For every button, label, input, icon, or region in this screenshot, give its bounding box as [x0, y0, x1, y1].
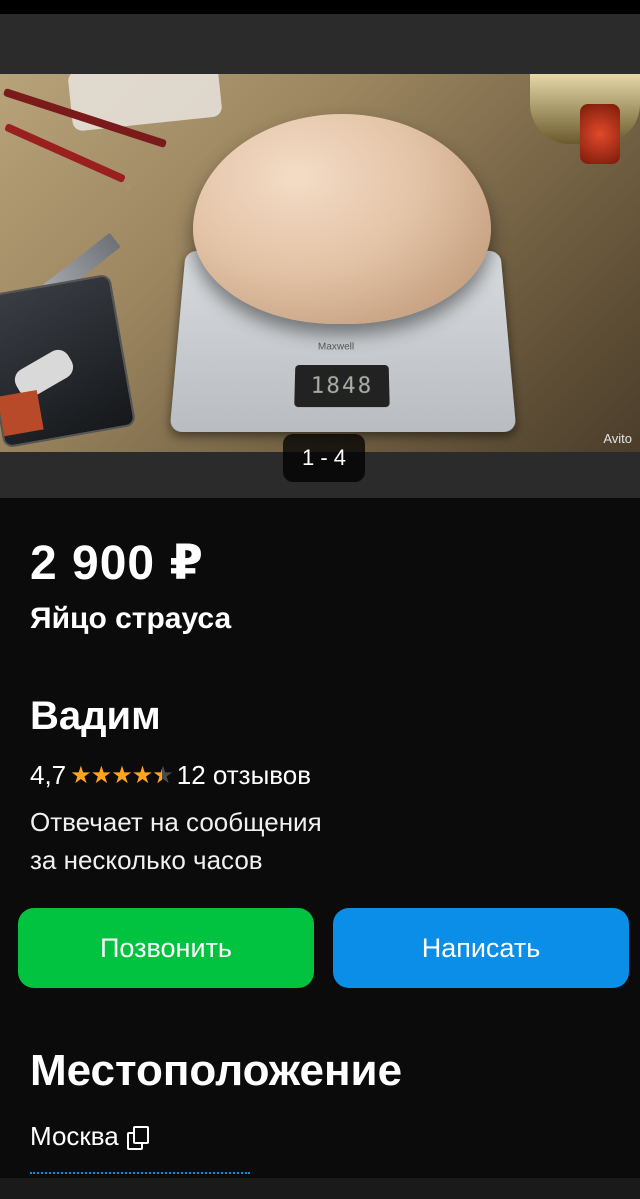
- star-icon: ★: [111, 761, 132, 790]
- response-time: Отвечает на сообщения за несколько часов: [30, 803, 450, 879]
- photo-counter: 1 - 4: [283, 434, 365, 482]
- photo-gallery[interactable]: Maxwell 1848 Avito 1 - 4: [0, 14, 640, 498]
- avito-watermark: Avito: [603, 431, 632, 446]
- scale-display: 1848: [294, 365, 389, 407]
- star-icon: ★: [91, 761, 112, 790]
- city-name: Москва: [30, 1121, 119, 1152]
- scale-brand: Maxwell: [318, 342, 354, 353]
- navigation-bar: [0, 1178, 640, 1199]
- response-line-1: Отвечает на сообщения: [30, 803, 450, 841]
- reviews-link[interactable]: 12 отзывов: [177, 760, 311, 791]
- call-button[interactable]: Позвонить: [18, 908, 314, 988]
- rating-value: 4,7: [30, 760, 66, 791]
- write-button[interactable]: Написать: [333, 908, 629, 988]
- gallery-top-strip: [0, 14, 640, 74]
- location-heading: Местоположение: [30, 1046, 402, 1096]
- box-red-shape: [0, 390, 44, 436]
- copy-icon[interactable]: [127, 1126, 147, 1148]
- rating-stars: ★ ★ ★ ★ ★: [70, 761, 173, 790]
- pencil-shape: [4, 123, 126, 183]
- seller-name[interactable]: Вадим: [30, 694, 161, 739]
- response-line-2: за несколько часов: [30, 841, 450, 879]
- seller-rating[interactable]: 4,7 ★ ★ ★ ★ ★ 12 отзывов: [30, 760, 311, 791]
- ostrich-egg: [193, 114, 491, 324]
- half-star-icon: ★: [152, 761, 173, 790]
- glass-shape: [580, 104, 620, 164]
- status-bar: [0, 0, 640, 14]
- star-icon: ★: [70, 761, 91, 790]
- listing-title: Яйцо страуса: [30, 602, 231, 636]
- plastic-box-shape: [0, 274, 136, 449]
- location-city[interactable]: Москва: [30, 1121, 147, 1152]
- listing-photo[interactable]: Maxwell 1848 Avito: [0, 74, 640, 452]
- star-icon: ★: [132, 761, 153, 790]
- listing-details: 2 900 ₽ Яйцо страуса Вадим 4,7 ★ ★ ★ ★ ★…: [0, 498, 640, 1178]
- listing-price: 2 900 ₽: [30, 535, 204, 591]
